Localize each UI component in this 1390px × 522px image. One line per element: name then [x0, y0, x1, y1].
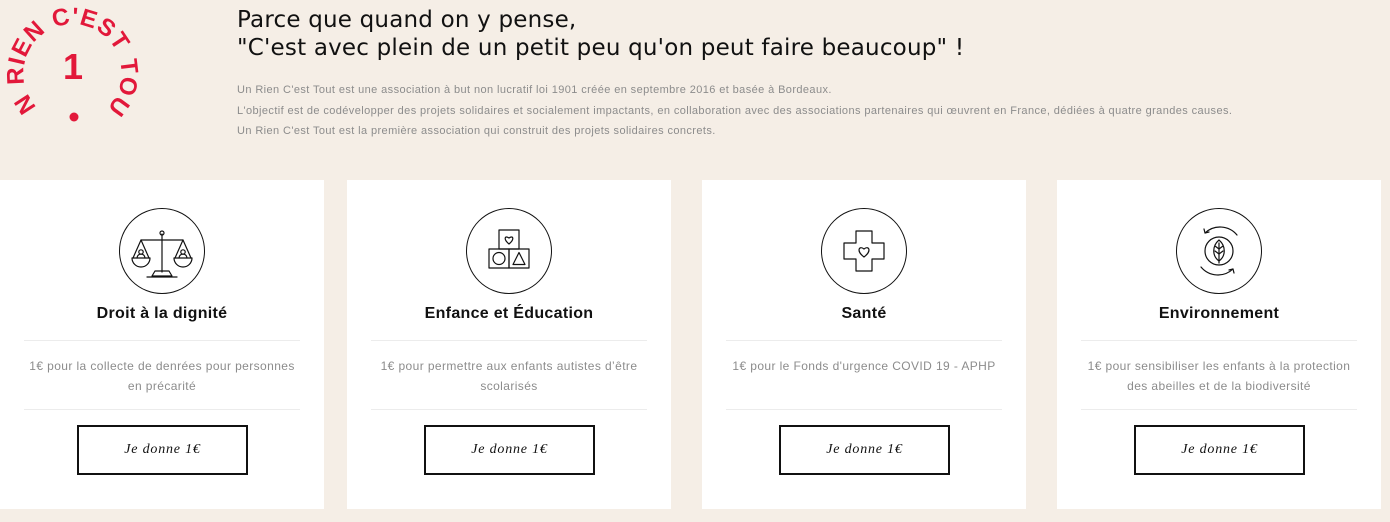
headline-line-1: Parce que quand on y pense,	[237, 7, 577, 33]
donate-button[interactable]: Je donne 1€	[779, 425, 950, 475]
logo-icon: UN RIEN C'EST TOUT 1	[0, 0, 142, 122]
cause-description: 1€ pour sensibiliser les enfants à la pr…	[1087, 359, 1351, 393]
donate-button[interactable]: Je donne 1€	[77, 425, 248, 475]
donate-button[interactable]: Je donne 1€	[424, 425, 595, 475]
cause-description: 1€ pour la collecte de denrées pour pers…	[29, 359, 295, 393]
description-line: L'objectif est de codévelopper des proje…	[237, 104, 1233, 117]
divider	[24, 340, 300, 341]
logo[interactable]: UN RIEN C'EST TOUT 1	[0, 0, 150, 135]
description-line: Un Rien C'est Tout est la première assoc…	[237, 125, 716, 137]
cause-card-dignite: Droit à la dignité 1€ pour la collecte d…	[0, 180, 324, 509]
cause-title: Enfance et Éducation	[424, 305, 594, 322]
headline: Parce que quand on y pense, "C'est avec …	[237, 6, 964, 62]
cause-card-sante: Santé 1€ pour le Fonds d'urgence COVID 1…	[702, 180, 1026, 509]
donate-button[interactable]: Je donne 1€	[1134, 425, 1305, 475]
divider	[726, 409, 1002, 410]
divider	[726, 340, 1002, 341]
scales-icon	[119, 208, 205, 294]
headline-line-2: "C'est avec plein de un petit peu qu'on …	[237, 35, 965, 61]
description: Un Rien C'est Tout est une association à…	[237, 80, 1232, 142]
cause-card-environnement: Environnement 1€ pour sensibiliser les e…	[1057, 180, 1381, 509]
blocks-icon	[466, 208, 552, 294]
cause-description: 1€ pour permettre aux enfants autistes d…	[380, 359, 638, 393]
logo-number: 1	[63, 46, 83, 87]
divider	[371, 340, 647, 341]
cause-title: Environnement	[1158, 305, 1280, 322]
divider	[24, 409, 300, 410]
cause-description: 1€ pour le Fonds d'urgence COVID 19 - AP…	[732, 359, 996, 373]
cause-title: Santé	[841, 305, 887, 322]
divider	[371, 409, 647, 410]
leaf-icon	[1176, 208, 1262, 294]
medical-cross-icon	[821, 208, 907, 294]
cause-title: Droit à la dignité	[96, 305, 228, 322]
divider	[1081, 409, 1357, 410]
description-line: Un Rien C'est Tout est une association à…	[237, 84, 832, 96]
cause-card-enfance: Enfance et Éducation 1€ pour permettre a…	[347, 180, 671, 509]
divider	[1081, 340, 1357, 341]
page: UN RIEN C'EST TOUT 1 Parce que quand on …	[0, 0, 1390, 522]
